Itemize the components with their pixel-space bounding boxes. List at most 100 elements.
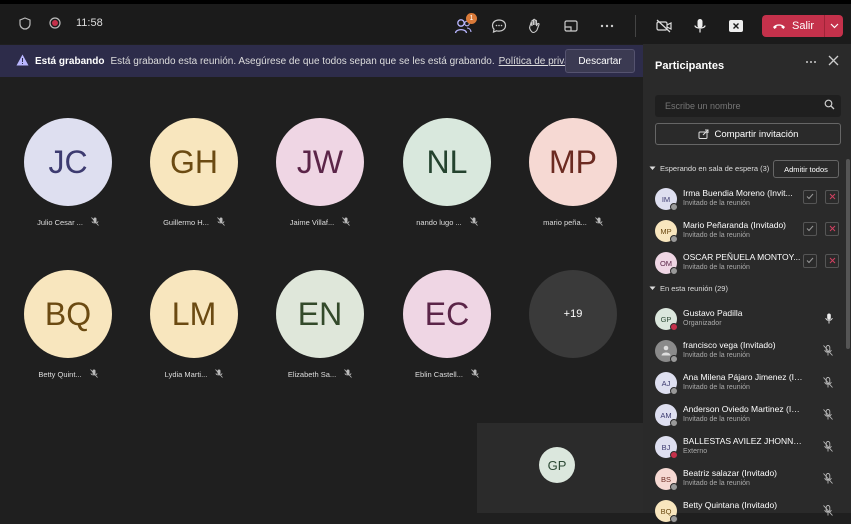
more-actions-button[interactable]: [593, 12, 621, 40]
admit-button[interactable]: [803, 222, 817, 236]
participant-name: Betty Quint...: [38, 370, 82, 379]
participant-tile[interactable]: LM Lydia Marti...: [150, 270, 238, 379]
admit-all-button[interactable]: Admitir todos: [773, 160, 839, 178]
deny-button[interactable]: [825, 254, 839, 268]
meeting-toolbar: 11:58 1 Salir: [0, 0, 851, 44]
mic-off-icon[interactable]: [823, 343, 833, 361]
mic-off-icon[interactable]: [823, 375, 833, 393]
mic-off-icon: [91, 217, 99, 228]
waiting-participant-row[interactable]: MP Mario Peñaranda (Invitado) Invitado de …: [655, 216, 845, 244]
participant-row[interactable]: francisco vega (Invitado) Invitado de la …: [655, 336, 845, 364]
participant-role: Invitado de la reunión: [683, 384, 750, 391]
deny-button[interactable]: [825, 190, 839, 204]
participant-tile[interactable]: EN Elizabeth Sa...: [276, 270, 364, 379]
recording-title: Está grabando: [35, 55, 105, 67]
more-horizontal-icon: [806, 61, 816, 63]
participant-role: Invitado de la reunión: [683, 416, 750, 423]
participant-name-label: mario peña...: [509, 217, 637, 228]
waiting-section-header[interactable]: Esperando en sala de espera (3): [649, 164, 769, 173]
participant-name: Guillermo H...: [163, 218, 209, 227]
admit-button[interactable]: [803, 254, 817, 268]
participant-row[interactable]: BS Beatriz salazar (Invitado) Invitado de …: [655, 464, 845, 492]
share-icon: [698, 129, 709, 139]
chat-icon: [491, 19, 507, 33]
participant-role: Invitado de la reunión: [683, 352, 750, 359]
participant-tile[interactable]: JW Jaime Villaf...: [276, 118, 364, 227]
presence-dot: [670, 323, 678, 331]
participant-name: mario peña...: [543, 218, 587, 227]
search-input[interactable]: [663, 100, 817, 112]
participant-tile[interactable]: MP mario peña...: [529, 118, 617, 227]
participant-tile[interactable]: NL nando lugo ...: [403, 118, 491, 227]
participants-panel: Participantes Compartir invitación Esper…: [643, 44, 851, 523]
check-icon: [806, 225, 814, 234]
participant-name: Lydia Marti...: [164, 370, 208, 379]
waiting-participant-row[interactable]: OM OSCAR PEÑUELA MONTOY... Invitado de la …: [655, 248, 845, 276]
microphone-icon[interactable]: [825, 311, 833, 329]
participant-name: Anderson Oviedo Martinez (Invit...: [683, 404, 803, 414]
participant-name-label: Eblin Castell...: [383, 369, 511, 380]
breakout-rooms-icon: [564, 20, 578, 32]
deny-button[interactable]: [825, 222, 839, 236]
participant-tile[interactable]: GH Guillermo H...: [150, 118, 238, 227]
admit-button[interactable]: [803, 190, 817, 204]
camera-button[interactable]: [650, 12, 678, 40]
in-meeting-label: En esta reunión (29): [660, 284, 728, 293]
recording-message: Está grabando esta reunión. Asegúrese de…: [110, 55, 495, 67]
mic-off-icon[interactable]: [823, 407, 833, 425]
participant-avatar: LM: [150, 270, 238, 358]
participant-name: Julio Cesar ...: [37, 218, 83, 227]
search-icon: [824, 99, 835, 112]
meeting-section-header[interactable]: En esta reunión (29): [649, 284, 728, 293]
participant-tile[interactable]: JC Julio Cesar ...: [24, 118, 112, 227]
reactions-button[interactable]: [521, 12, 549, 40]
participant-row[interactable]: GP Gustavo Padilla Organizador: [655, 304, 845, 332]
waiting-participant-row[interactable]: IM Irma Buendia Moreno (Invit... Invitado …: [655, 184, 845, 212]
participant-name: Eblin Castell...: [415, 370, 463, 379]
warning-icon: [16, 54, 29, 69]
share-screen-button[interactable]: [722, 12, 750, 40]
mic-off-icon: [469, 217, 478, 228]
mic-off-icon[interactable]: [823, 439, 833, 457]
microphone-button[interactable]: [686, 12, 714, 40]
discard-button[interactable]: Descartar: [565, 49, 635, 73]
panel-scrollbar[interactable]: [846, 159, 850, 349]
panel-more-button[interactable]: [805, 56, 817, 71]
participant-row[interactable]: BQ Betty Quintana (Invitado): [655, 496, 845, 524]
mic-off-icon[interactable]: [823, 471, 833, 489]
participant-name-label: Betty Quint...: [4, 369, 132, 380]
participant-row[interactable]: BJ BALLESTAS AVILEZ JHONNATAN Externo: [655, 432, 845, 460]
close-icon: [828, 55, 839, 66]
mic-off-icon: [89, 369, 98, 380]
leave-button[interactable]: Salir: [761, 15, 824, 37]
participant-tile[interactable]: EC Eblin Castell...: [403, 270, 491, 379]
participant-row[interactable]: AJ Ana Milena Pájaro Jimenez (Invit... Inv…: [655, 368, 845, 396]
chevron-down-icon: [649, 166, 656, 170]
participant-tile[interactable]: BQ Betty Quint...: [24, 270, 112, 379]
recording-icon: [46, 14, 64, 32]
self-view: GP: [477, 423, 643, 513]
participant-search[interactable]: [655, 95, 841, 117]
leave-options-button[interactable]: [824, 15, 843, 37]
mic-off-icon: [471, 369, 479, 380]
participant-name: Ana Milena Pájaro Jimenez (Invit...: [683, 372, 803, 382]
mic-off-icon[interactable]: [823, 503, 833, 521]
participant-role: Invitado de la reunión: [683, 480, 750, 487]
chat-button[interactable]: [485, 12, 513, 40]
overflow-tile[interactable]: +19: [529, 270, 617, 358]
participant-name: Irma Buendia Moreno (Invit...: [683, 188, 793, 198]
share-invite-button[interactable]: Compartir invitación: [655, 123, 841, 145]
mic-off-icon: [595, 217, 603, 228]
participant-row[interactable]: AM Anderson Oviedo Martinez (Invit... Invi…: [655, 400, 845, 428]
presence-dot: [670, 203, 678, 211]
participants-button[interactable]: 1: [449, 12, 477, 40]
close-icon: [829, 193, 836, 202]
panel-close-button[interactable]: [828, 54, 839, 69]
participant-avatar: NL: [403, 118, 491, 206]
overflow-count: +19: [529, 270, 617, 358]
rooms-button[interactable]: [557, 12, 585, 40]
leave-label: Salir: [791, 20, 814, 32]
participant-avatar: JC: [24, 118, 112, 206]
hang-up-icon: [772, 24, 785, 29]
presence-dot: [670, 387, 678, 395]
